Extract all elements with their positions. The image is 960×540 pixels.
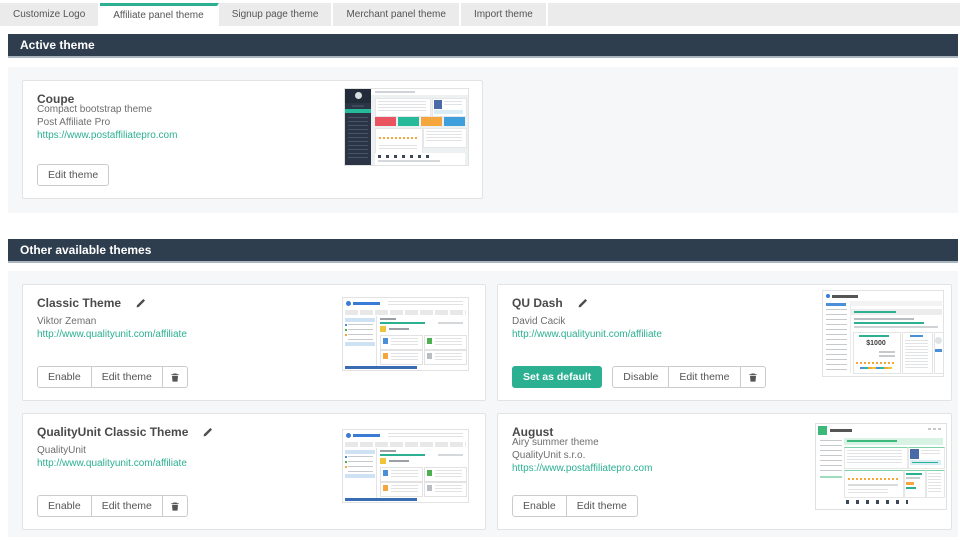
theme-thumbnail-august xyxy=(815,423,947,510)
thumb-stat-red xyxy=(375,117,396,126)
thumb-logo xyxy=(818,426,827,435)
theme-name: QU Dash xyxy=(512,296,563,310)
tab-import-theme[interactable]: Import theme xyxy=(461,3,548,26)
theme-card-coupe: Coupe Compact bootstrap theme Post Affil… xyxy=(22,80,483,199)
theme-link[interactable]: https://www.postaffiliatepro.com xyxy=(512,462,652,475)
theme-tabs: Customize Logo Affiliate panel theme Sig… xyxy=(0,3,960,26)
theme-card-qualityunit-classic: QualityUnit Classic Theme QualityUnit ht… xyxy=(22,413,486,530)
edit-pencil-icon[interactable] xyxy=(577,298,588,309)
enable-theme-button[interactable]: Enable xyxy=(37,495,92,517)
delete-theme-button[interactable] xyxy=(162,366,188,388)
edit-pencil-icon[interactable] xyxy=(202,427,213,438)
theme-name: QualityUnit Classic Theme xyxy=(37,425,188,439)
edit-theme-button[interactable]: Edit theme xyxy=(668,366,740,388)
thumb-logo xyxy=(346,433,351,438)
thumb-stat-orange xyxy=(421,117,442,126)
theme-desc-line: QualityUnit xyxy=(37,444,187,457)
trash-icon xyxy=(170,372,180,383)
thumb-stat-value: $1000 xyxy=(853,339,899,348)
theme-link[interactable]: https://www.postaffiliatepro.com xyxy=(37,129,177,142)
theme-card-august: August Airy summer theme QualityUnit s.r… xyxy=(497,413,952,530)
theme-desc-line: Viktor Zeman xyxy=(37,315,187,328)
theme-card-classic: Classic Theme Viktor Zeman http://www.qu… xyxy=(22,284,486,401)
theme-link[interactable]: http://www.qualityunit.com/affiliate xyxy=(37,328,187,341)
other-themes-panel: Classic Theme Viktor Zeman http://www.qu… xyxy=(8,271,958,537)
theme-thumbnail-qualityunit-classic xyxy=(342,429,469,503)
edit-pencil-icon[interactable] xyxy=(135,298,146,309)
delete-theme-button[interactable] xyxy=(740,366,766,388)
theme-thumbnail-classic xyxy=(342,297,469,371)
enable-theme-button[interactable]: Enable xyxy=(512,495,567,517)
tab-signup-page-theme[interactable]: Signup page theme xyxy=(219,3,334,26)
tab-merchant-panel-theme[interactable]: Merchant panel theme xyxy=(333,3,461,26)
theme-desc-line: David Cacik xyxy=(512,315,662,328)
theme-desc-line: Airy summer theme xyxy=(512,436,652,449)
thumb-logo xyxy=(346,301,351,306)
other-themes-section-header: Other available themes xyxy=(8,239,958,263)
edit-theme-button[interactable]: Edit theme xyxy=(91,495,163,517)
enable-theme-button[interactable]: Enable xyxy=(37,366,92,388)
thumb-logo xyxy=(826,294,830,298)
thumb-stat-blue xyxy=(444,117,465,126)
theme-name: Classic Theme xyxy=(37,296,121,310)
trash-icon xyxy=(170,501,180,512)
edit-theme-button[interactable]: Edit theme xyxy=(566,495,638,517)
active-theme-section-header: Active theme xyxy=(8,34,958,58)
theme-link[interactable]: http://www.qualityunit.com/affiliate xyxy=(512,328,662,341)
set-as-default-button[interactable]: Set as default xyxy=(512,366,602,388)
tab-affiliate-panel-theme[interactable]: Affiliate panel theme xyxy=(100,3,218,26)
delete-theme-button[interactable] xyxy=(162,495,188,517)
active-theme-panel: Coupe Compact bootstrap theme Post Affil… xyxy=(8,67,958,213)
theme-thumbnail-coupe xyxy=(344,88,469,166)
thumb-avatar xyxy=(355,92,362,99)
theme-desc-line: Compact bootstrap theme xyxy=(37,103,177,116)
theme-thumbnail-qu-dash: $1000 xyxy=(822,290,944,377)
theme-card-qu-dash: QU Dash David Cacik http://www.qualityun… xyxy=(497,284,952,401)
edit-theme-button[interactable]: Edit theme xyxy=(37,164,109,186)
edit-theme-button[interactable]: Edit theme xyxy=(91,366,163,388)
tab-customize-logo[interactable]: Customize Logo xyxy=(0,3,100,26)
thumb-stat-green xyxy=(398,117,419,126)
theme-desc-line: QualityUnit s.r.o. xyxy=(512,449,652,462)
theme-desc-line: Post Affiliate Pro xyxy=(37,116,177,129)
theme-link[interactable]: http://www.qualityunit.com/affiliate xyxy=(37,457,187,470)
disable-theme-button[interactable]: Disable xyxy=(612,366,669,388)
trash-icon xyxy=(748,372,758,383)
